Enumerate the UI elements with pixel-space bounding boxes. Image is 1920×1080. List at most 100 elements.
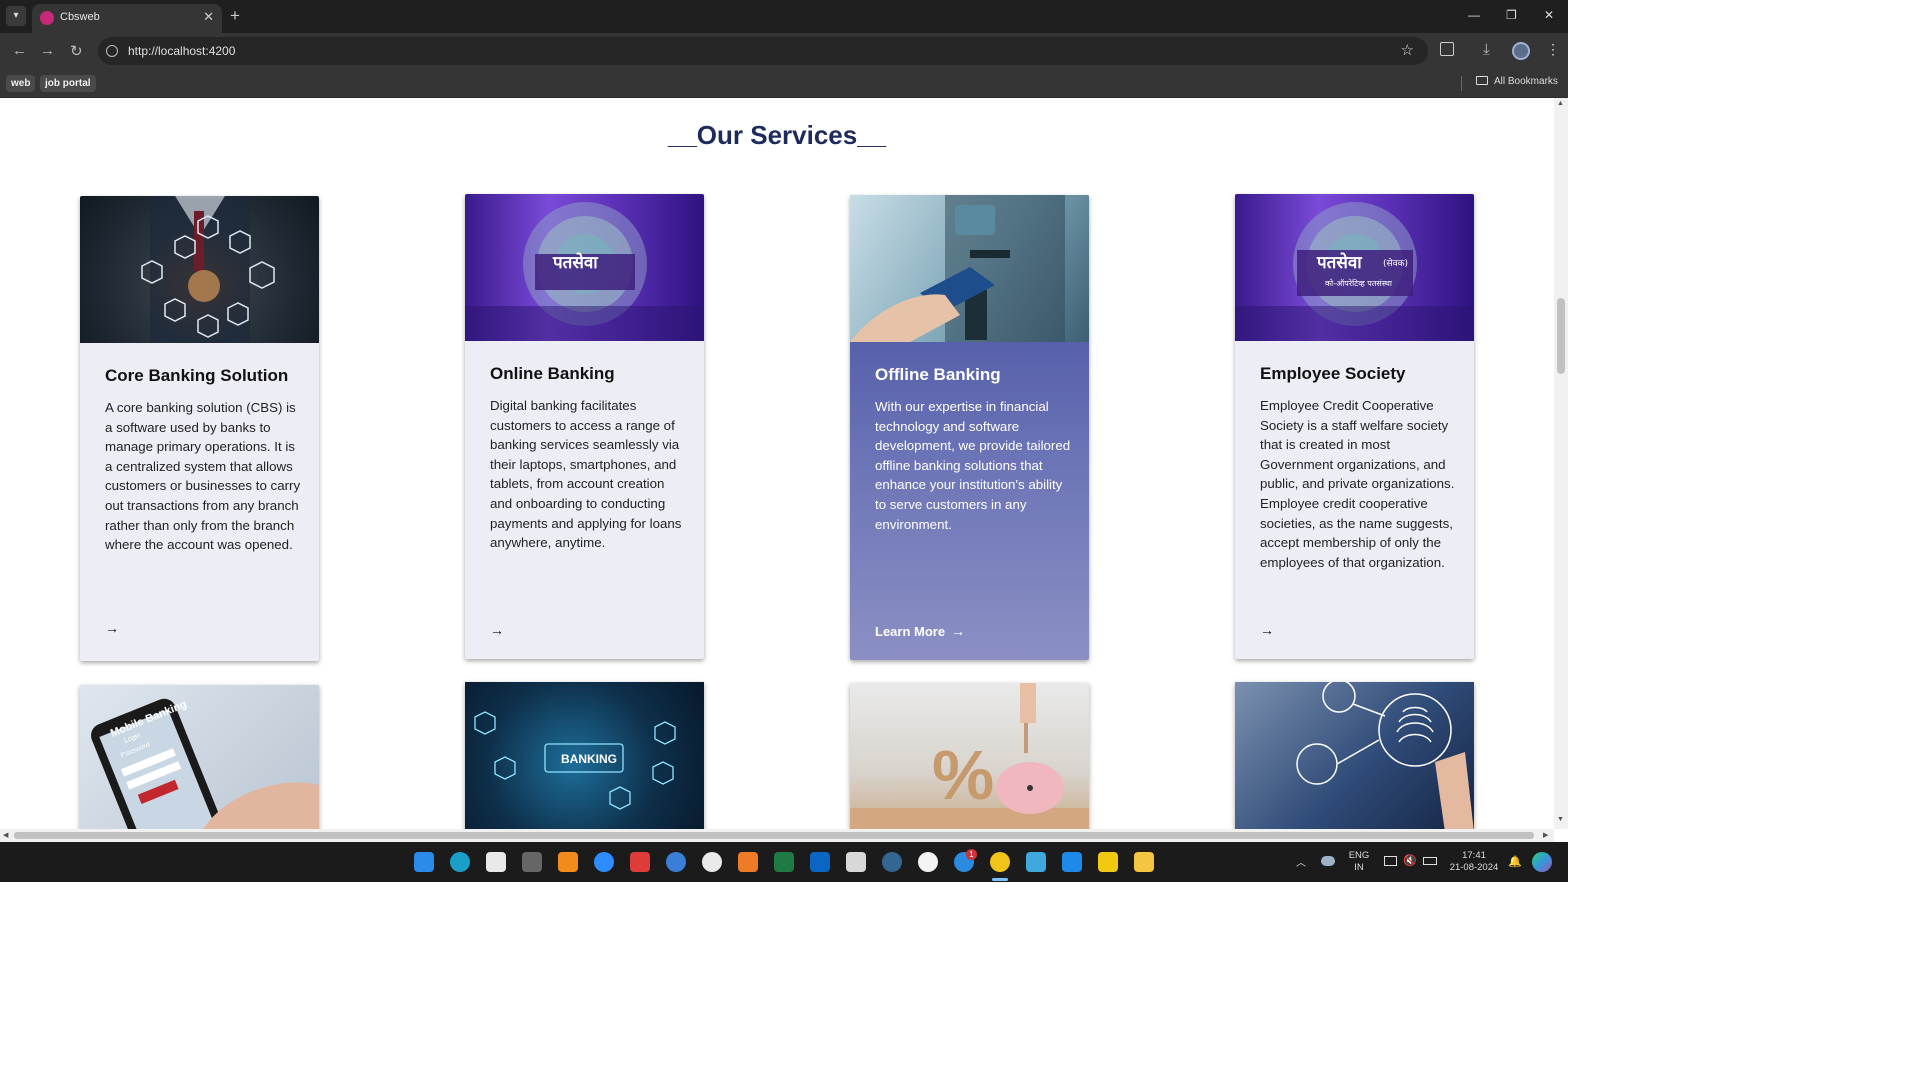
card-image-offline-banking — [850, 195, 1089, 342]
card-image-core-banking — [80, 196, 319, 343]
service-card-core-banking[interactable]: Core Banking Solution A core banking sol… — [80, 196, 319, 661]
minimize-icon[interactable]: — — [1468, 8, 1480, 22]
network-icon[interactable] — [1384, 856, 1397, 866]
card-description: Digital banking facilitates customers to… — [490, 398, 682, 551]
language-label: ENG — [1348, 850, 1370, 861]
divider — [1461, 76, 1462, 91]
address-bar[interactable]: http://localhost:4200 ☆ — [98, 37, 1428, 65]
card-description: With our expertise in financial technolo… — [875, 399, 1071, 532]
tab-search-button[interactable]: ▾ — [6, 6, 26, 26]
arrow-right-icon[interactable]: → — [105, 620, 119, 636]
all-bookmarks[interactable]: All Bookmarks — [1476, 76, 1558, 87]
page-viewport: __Our Services__ Core Banking Solution A… — [0, 98, 1554, 829]
card-image-online-banking: पतसेवा — [465, 194, 704, 341]
card-title: Online Banking — [490, 364, 615, 383]
avatar[interactable] — [1512, 42, 1530, 60]
region-label: IN — [1354, 862, 1364, 873]
horizontal-scrollbar[interactable]: ◀ ▶ — [0, 829, 1554, 842]
linkedin-icon[interactable] — [810, 852, 830, 872]
language-indicator[interactable]: ENG IN — [1346, 850, 1372, 874]
card-description: Employee Credit Cooperative Society is a… — [1260, 398, 1455, 570]
service-card-offline-banking[interactable]: Offline Banking With our expertise in fi… — [850, 195, 1089, 660]
menu-icon[interactable]: ⋮ — [1546, 41, 1560, 58]
windows-taskbar: 1 ︿ ENG IN 🔇 17:41 21-08-2024 🔔 — [0, 842, 1568, 882]
scroll-right-icon[interactable]: ▶ — [1543, 831, 1548, 839]
scrollbar-thumb[interactable] — [14, 832, 1534, 839]
postgres-icon[interactable] — [882, 852, 902, 872]
scrollbar-thumb[interactable] — [1557, 298, 1565, 374]
app-icon[interactable] — [846, 852, 866, 872]
browser-tab[interactable]: Cbsweb ✕ — [32, 4, 222, 33]
card-title: Offline Banking — [875, 365, 1001, 384]
clock[interactable]: 17:41 21-08-2024 — [1444, 850, 1504, 874]
app-icon[interactable] — [702, 852, 722, 872]
arrow-right-icon[interactable]: → — [1260, 622, 1274, 638]
service-card-security[interactable] — [1235, 682, 1474, 829]
vscode-icon[interactable] — [1062, 852, 1082, 872]
scroll-down-icon[interactable]: ▼ — [1557, 816, 1564, 823]
tab-title: Cbsweb — [60, 11, 100, 23]
bookmark-star-icon[interactable]: ☆ — [1401, 41, 1414, 59]
store-icon[interactable] — [486, 852, 506, 872]
folder-icon — [1476, 76, 1488, 85]
chrome-icon[interactable] — [990, 852, 1010, 872]
app-icon[interactable] — [918, 852, 938, 872]
folder-icon[interactable] — [1134, 852, 1154, 872]
back-icon[interactable]: ← — [12, 42, 27, 59]
browser-tab-bar: ▾ Cbsweb ✕ + — ❐ ✕ — [0, 0, 1568, 33]
onedrive-icon[interactable] — [1321, 856, 1335, 866]
card-title: Core Banking Solution — [105, 366, 289, 385]
scroll-left-icon[interactable]: ◀ — [3, 831, 8, 839]
learn-more-button[interactable]: Learn More → — [875, 623, 965, 639]
volume-icon[interactable]: 🔇 — [1403, 854, 1417, 867]
bookmark-job-portal[interactable]: job portal — [40, 75, 96, 92]
arrow-right-icon[interactable]: → — [490, 622, 504, 638]
close-icon[interactable]: ✕ — [203, 9, 214, 25]
scroll-up-icon[interactable]: ▲ — [1557, 100, 1564, 107]
app-favicon-icon — [40, 11, 54, 25]
service-card-mobile-banking[interactable]: Mobile Banking Login Password SUBMIT — [80, 685, 319, 829]
network-icon[interactable] — [666, 852, 686, 872]
date-label: 21-08-2024 — [1449, 862, 1499, 873]
service-card-digital-banking[interactable]: BANKING — [465, 682, 704, 829]
new-tab-button[interactable]: + — [230, 6, 240, 26]
powerbi-icon[interactable] — [1098, 852, 1118, 872]
banking-label: BANKING — [561, 752, 617, 766]
close-window-icon[interactable]: ✕ — [1544, 8, 1554, 22]
restore-icon[interactable]: ❐ — [1506, 8, 1517, 22]
vlc-icon[interactable] — [558, 852, 578, 872]
chevron-up-icon[interactable]: ︿ — [1296, 854, 1306, 869]
app-icon[interactable] — [522, 852, 542, 872]
service-card-savings[interactable]: % — [850, 683, 1089, 829]
bookmarks-bar: web job portal All Bookmarks — [0, 69, 1568, 98]
notepad-icon[interactable] — [1026, 852, 1046, 872]
browser-toolbar: ← → ↻ http://localhost:4200 ☆ ⤓ ⋮ — [0, 33, 1568, 69]
banner-subtext: (सेवक) — [1383, 259, 1409, 269]
percent-symbol: % — [932, 736, 995, 814]
excel-icon[interactable] — [774, 852, 794, 872]
card-description: A core banking solution (CBS) is a softw… — [105, 400, 301, 553]
banner-line: को-ऑपरेटिव्ह पतसंस्था — [1325, 279, 1392, 288]
card-title: Employee Society — [1260, 364, 1406, 383]
banner-text: पतसेवा — [1317, 253, 1362, 273]
all-bookmarks-label: All Bookmarks — [1494, 76, 1558, 87]
zoom-icon[interactable] — [594, 852, 614, 872]
reload-icon[interactable]: ↻ — [70, 42, 83, 60]
battery-icon[interactable] — [1423, 857, 1437, 865]
learn-more-label: Learn More — [875, 624, 946, 639]
copilot-icon[interactable] — [1532, 852, 1552, 872]
download-icon[interactable]: ⤓ — [1483, 41, 1490, 58]
url-text: http://localhost:4200 — [128, 44, 236, 58]
service-card-online-banking[interactable]: पतसेवा Online Banking Digital banking fa… — [465, 194, 704, 659]
extensions-icon[interactable] — [1440, 42, 1454, 56]
anydesk-icon[interactable] — [630, 852, 650, 872]
vertical-scrollbar[interactable]: ▲ ▼ — [1554, 98, 1568, 829]
bell-icon[interactable]: 🔔 — [1508, 855, 1522, 868]
site-info-icon[interactable] — [106, 45, 118, 57]
service-card-employee-society[interactable]: पतसेवा (सेवक) को-ऑपरेटिव्ह पतसंस्था Empl… — [1235, 194, 1474, 659]
xampp-icon[interactable] — [738, 852, 758, 872]
forward-icon[interactable]: → — [40, 42, 55, 59]
edge-icon[interactable] — [450, 852, 470, 872]
start-icon[interactable] — [414, 852, 434, 872]
bookmark-web[interactable]: web — [6, 75, 36, 92]
